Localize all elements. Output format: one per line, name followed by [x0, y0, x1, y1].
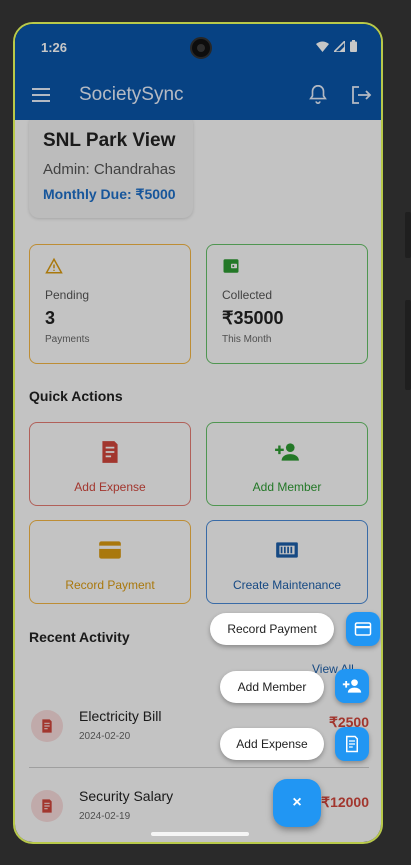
add-member-fab[interactable]: [335, 669, 369, 703]
record-payment-fab-label[interactable]: Record Payment: [210, 613, 334, 645]
record-payment-fab[interactable]: [346, 612, 380, 646]
scrim-overlay[interactable]: [15, 24, 381, 842]
phone-device: 1:26 SocietySync SNL Park View Admin: Ch…: [0, 0, 411, 865]
close-fab-button[interactable]: ×: [273, 779, 321, 827]
credit-card-icon: [354, 622, 372, 636]
phone-screen: 1:26 SocietySync SNL Park View Admin: Ch…: [13, 22, 383, 844]
home-indicator[interactable]: [151, 832, 249, 836]
side-button: [405, 300, 411, 390]
receipt-icon: [346, 735, 358, 753]
side-button: [405, 212, 411, 258]
add-member-fab-label[interactable]: Add Member: [220, 671, 324, 703]
add-expense-fab-label[interactable]: Add Expense: [220, 728, 324, 760]
person-add-icon: [342, 679, 362, 693]
add-expense-fab[interactable]: [335, 727, 369, 761]
